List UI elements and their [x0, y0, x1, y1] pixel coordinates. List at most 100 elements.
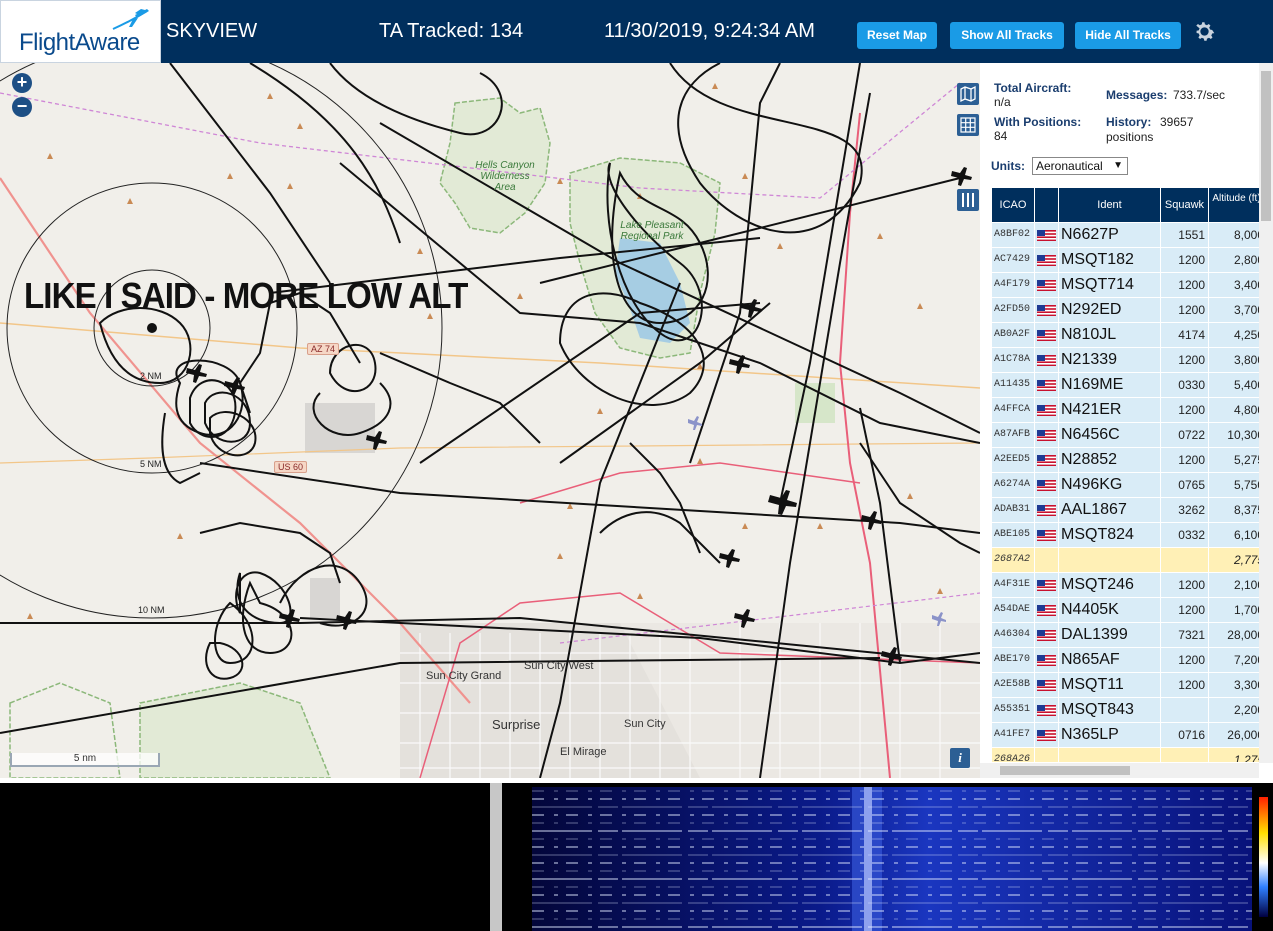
- ident-cell: N6456C: [1059, 423, 1160, 447]
- hide-all-tracks-button[interactable]: Hide All Tracks: [1075, 22, 1181, 49]
- altitude-cell: 28,000: [1209, 623, 1260, 647]
- col-altitude[interactable]: Altitude (ft): [1209, 188, 1260, 222]
- icao-cell: A4FFCA: [992, 398, 1034, 422]
- altitude-cell: 2,100: [1209, 573, 1260, 597]
- altitude-cell: 2,800: [1209, 248, 1260, 272]
- flag-cell: [1035, 673, 1058, 697]
- history-label: History:: [1106, 115, 1152, 129]
- logo-text: FlightAware: [19, 29, 140, 56]
- altitude-cell: 3,700: [1209, 298, 1260, 322]
- col-squawk[interactable]: Squawk: [1161, 188, 1208, 222]
- ident-cell: N169ME: [1059, 373, 1160, 397]
- flag-cell: [1035, 648, 1058, 672]
- altitude-cell: 1,700: [1209, 598, 1260, 622]
- total-aircraft-value: n/a: [994, 95, 1011, 109]
- ident-cell: AAL1867: [1059, 498, 1160, 522]
- us-flag-icon: [1037, 305, 1056, 316]
- icao-cell: A4F31E: [992, 573, 1034, 597]
- col-icao[interactable]: ICAO: [992, 188, 1034, 222]
- icao-cell: ADAB31: [992, 498, 1034, 522]
- icao-cell: A1C78A: [992, 348, 1034, 372]
- ring-label-5nm: 5 NM: [140, 459, 162, 469]
- panel-divider[interactable]: [490, 783, 502, 931]
- icao-cell: A41FE7: [992, 723, 1034, 747]
- reset-map-button[interactable]: Reset Map: [857, 22, 937, 49]
- flag-cell: [1035, 698, 1058, 722]
- altitude-cell: 4,250: [1209, 323, 1260, 347]
- icao-cell: A8BF02: [992, 223, 1034, 247]
- tracked-count: TA Tracked: 134: [379, 20, 524, 42]
- zoom-out-button[interactable]: −: [12, 97, 32, 117]
- icao-cell: A11435: [992, 373, 1034, 397]
- flag-cell: [1035, 248, 1058, 272]
- road-shield-az74: AZ 74: [307, 343, 340, 355]
- place-el-mirage: El Mirage: [560, 746, 607, 758]
- icao-cell: 268A26: [992, 748, 1034, 762]
- altitude-cell: 5,275: [1209, 448, 1260, 472]
- squawk-cell: 0330: [1161, 373, 1208, 397]
- units-select[interactable]: Aeronautical ▼: [1032, 157, 1128, 175]
- squawk-cell: 1200: [1161, 598, 1208, 622]
- altitude-cell: 8,000: [1209, 223, 1260, 247]
- ident-cell: N28852: [1059, 448, 1160, 472]
- columns-icon[interactable]: [957, 189, 979, 211]
- ident-cell: N496KG: [1059, 473, 1160, 497]
- ident-cell: MSQT11: [1059, 673, 1160, 697]
- vertical-scrollbar[interactable]: [1259, 63, 1273, 763]
- icao-cell: ABE170: [992, 648, 1034, 672]
- with-positions-value: 84: [994, 129, 1008, 143]
- flag-cell: [1035, 573, 1058, 597]
- squawk-cell: 4174: [1161, 323, 1208, 347]
- with-positions-label: With Positions:: [994, 115, 1082, 129]
- squawk-cell: 0722: [1161, 423, 1208, 447]
- messages-label: Messages:: [1106, 88, 1168, 102]
- show-all-tracks-button[interactable]: Show All Tracks: [950, 22, 1064, 49]
- icao-cell: A55351: [992, 698, 1034, 722]
- altitude-cell: 26,000: [1209, 723, 1260, 747]
- flag-cell: [1035, 373, 1058, 397]
- us-flag-icon: [1037, 580, 1056, 591]
- us-flag-icon: [1037, 330, 1056, 341]
- ident-cell: MSQT843: [1059, 698, 1160, 722]
- units-label: Units:: [991, 159, 1025, 173]
- scrollbar-thumb[interactable]: [1261, 71, 1271, 221]
- info-button[interactable]: i: [950, 748, 970, 768]
- squawk-cell: 0716: [1161, 723, 1208, 747]
- squawk-cell: 1200: [1161, 573, 1208, 597]
- flag-cell: [1035, 498, 1058, 522]
- map-layers-icon[interactable]: [957, 83, 979, 105]
- squawk-cell: 1200: [1161, 298, 1208, 322]
- altitude-cell: 10,300: [1209, 423, 1260, 447]
- flag-cell: [1035, 723, 1058, 747]
- squawk-cell: 1551: [1161, 223, 1208, 247]
- top-header: FlightAware SKYVIEW TA Tracked: 134 11/3…: [0, 0, 1273, 63]
- ident-cell: N810JL: [1059, 323, 1160, 347]
- altitude-cell: 4,800: [1209, 398, 1260, 422]
- flag-cell: [1035, 448, 1058, 472]
- col-ident[interactable]: Ident: [1059, 188, 1160, 222]
- grid-icon[interactable]: [957, 114, 979, 136]
- us-flag-icon: [1037, 505, 1056, 516]
- altitude-cell: 7,200: [1209, 648, 1260, 672]
- place-surprise: Surprise: [492, 717, 541, 732]
- scrollbar-thumb[interactable]: [1000, 766, 1130, 775]
- ident-cell: N21339: [1059, 348, 1160, 372]
- horizontal-scrollbar[interactable]: [980, 763, 1259, 778]
- icao-cell: A54DAE: [992, 598, 1034, 622]
- ident-cell: MSQT824: [1059, 523, 1160, 547]
- col-flag[interactable]: [1035, 188, 1058, 222]
- map-view[interactable]: 2 NM 5 NM 10 NM Hells Canyon Wilderness …: [0, 63, 980, 778]
- flightaware-logo[interactable]: FlightAware: [0, 0, 161, 63]
- place-lake-pleasant: Lake Pleasant Regional Park: [620, 220, 684, 242]
- gear-icon[interactable]: [1192, 19, 1217, 44]
- icao-cell: A2E58B: [992, 673, 1034, 697]
- ident-cell: N4405K: [1059, 598, 1160, 622]
- squawk-cell: [1161, 698, 1208, 722]
- zoom-in-button[interactable]: +: [12, 73, 32, 93]
- icao-cell: A87AFB: [992, 423, 1034, 447]
- ident-cell: N865AF: [1059, 648, 1160, 672]
- squawk-cell: 0765: [1161, 473, 1208, 497]
- icao-cell: 2687A2: [992, 548, 1034, 572]
- us-flag-icon: [1037, 380, 1056, 391]
- ident-cell: MSQT246: [1059, 573, 1160, 597]
